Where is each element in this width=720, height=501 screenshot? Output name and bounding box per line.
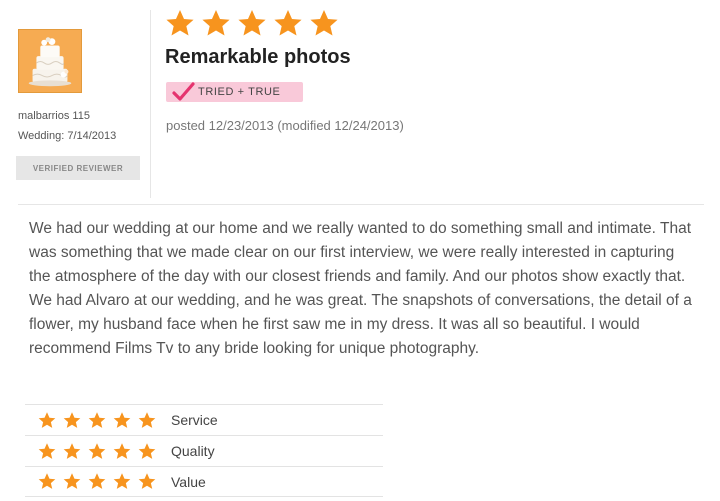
star-icon (63, 473, 81, 489)
star-icon (63, 411, 81, 428)
category-ratings: Service Quality Value (25, 404, 383, 497)
verified-reviewer-badge: VERIFIED REVIEWER (16, 156, 140, 180)
posted-date: posted 12/23/2013 (modified 12/24/2013) (166, 118, 404, 133)
review-paragraph: We had Alvaro at our wedding, and he was… (29, 292, 692, 357)
review-title: Remarkable photos (165, 46, 351, 68)
star-icon (310, 9, 338, 36)
rating-label: Value (171, 473, 206, 490)
star-icon (138, 442, 156, 459)
wedding-cake-icon (19, 30, 81, 92)
checkmark-icon (172, 82, 195, 101)
rating-row-value: Value (25, 466, 383, 497)
rating-row-quality: Quality (25, 435, 383, 466)
star-icon (166, 9, 194, 36)
overall-rating-stars (164, 8, 340, 39)
star-icon (38, 473, 56, 489)
column-divider (150, 10, 151, 198)
star-icon (38, 442, 56, 459)
star-icon (38, 411, 56, 428)
rating-label: Service (171, 412, 218, 428)
star-icon (274, 9, 302, 36)
review-body: We had our wedding at our home and we re… (29, 217, 699, 361)
quality-stars (37, 442, 157, 461)
star-icon (202, 9, 230, 36)
value-stars (37, 472, 157, 491)
reviewer-wedding-date: Wedding: 7/14/2013 (18, 130, 117, 142)
star-icon (113, 442, 131, 459)
reviewer-avatar[interactable] (18, 29, 82, 93)
rating-label: Quality (171, 443, 215, 459)
badge-label: TRIED + TRUE (198, 86, 281, 98)
star-icon (63, 442, 81, 459)
star-icon (138, 411, 156, 428)
review-paragraph: We had our wedding at our home and we re… (29, 220, 692, 285)
tried-true-badge: TRIED + TRUE (166, 82, 303, 102)
star-icon (88, 473, 106, 489)
rating-row-service: Service (25, 404, 383, 435)
star-icon (88, 411, 106, 428)
star-icon (113, 411, 131, 428)
star-icon (238, 9, 266, 36)
star-icon (88, 442, 106, 459)
reviewer-username[interactable]: malbarrios 115 (18, 110, 90, 122)
star-icon (138, 473, 156, 489)
service-stars (37, 411, 157, 430)
star-icon (113, 473, 131, 489)
section-divider (18, 204, 704, 205)
